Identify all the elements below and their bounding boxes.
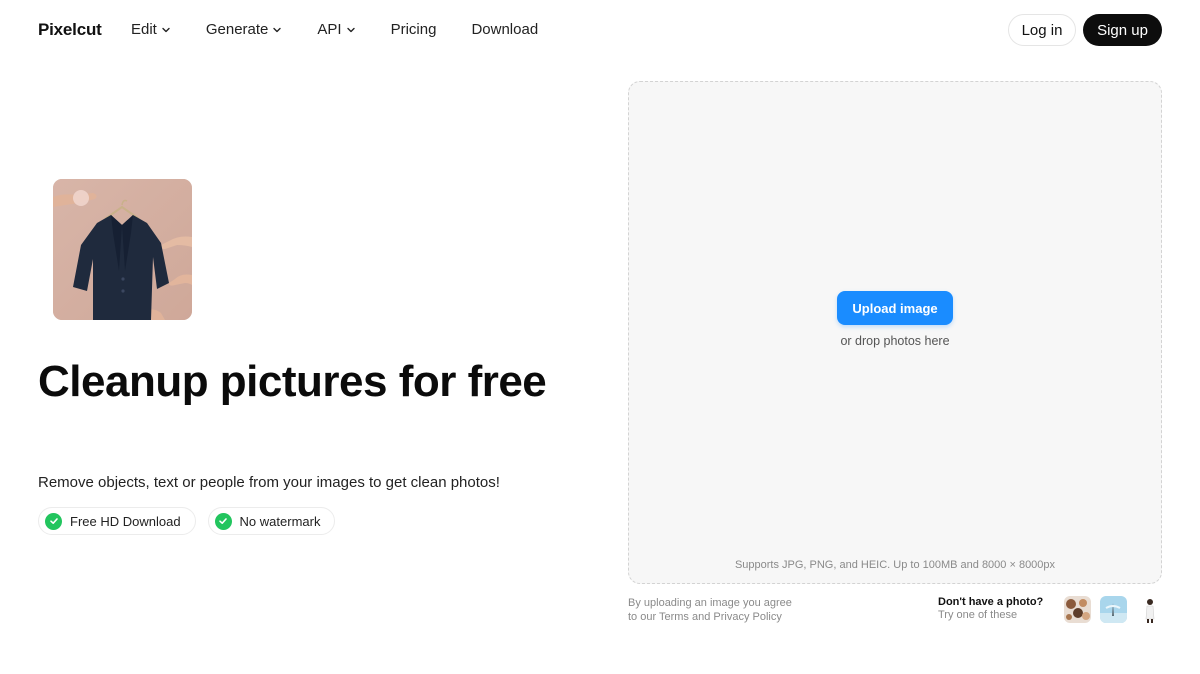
- legal-note: By uploading an image you agree to our T…: [628, 596, 828, 624]
- nav-generate[interactable]: Generate: [206, 21, 283, 38]
- sample-image-1[interactable]: [1064, 596, 1091, 623]
- nav-api-label: API: [317, 21, 342, 38]
- feature-badges: Free HD Download No watermark: [38, 507, 336, 535]
- supported-formats-note: Supports JPG, PNG, and HEIC. Up to 100MB…: [734, 559, 1056, 571]
- nav-pricing-label: Pricing: [390, 21, 437, 38]
- nav-edit[interactable]: Edit: [131, 21, 171, 38]
- sample-prompt: Don't have a photo? Try one of these: [938, 596, 1043, 622]
- signup-button[interactable]: Sign up: [1083, 14, 1162, 46]
- hero-subtitle: Remove objects, text or people from your…: [38, 474, 500, 491]
- logo[interactable]: Pixelcut: [38, 20, 102, 40]
- badge-label: No watermark: [239, 513, 321, 529]
- legal-line-1: By uploading an image you agree: [628, 597, 792, 609]
- chevron-down-icon: [162, 27, 170, 32]
- upload-dropzone[interactable]: [628, 81, 1162, 584]
- top-nav: Pixelcut Edit Generate API Pricing Downl…: [0, 0, 1200, 60]
- try-these-label: Try one of these: [938, 609, 1018, 621]
- login-button[interactable]: Log in: [1008, 14, 1076, 46]
- check-icon: [45, 512, 62, 530]
- nav-api[interactable]: API: [317, 21, 355, 38]
- nav-generate-label: Generate: [205, 21, 269, 38]
- check-icon: [214, 512, 232, 530]
- upload-image-button[interactable]: Upload image: [837, 291, 953, 325]
- nav-download[interactable]: Download: [471, 21, 538, 38]
- legal-line-2[interactable]: to our Terms and Privacy Policy: [628, 610, 828, 624]
- nav-pricing[interactable]: Pricing: [391, 21, 437, 38]
- hero-example-image: [53, 179, 192, 320]
- nav-links: Edit Generate API Pricing Download: [131, 21, 538, 38]
- nav-edit-label: Edit: [131, 21, 157, 38]
- jacket-illustration: [53, 179, 192, 320]
- drop-hint: or drop photos here: [840, 334, 950, 348]
- sample-image-3[interactable]: [1137, 596, 1164, 623]
- badge-label: Free HD Download: [70, 513, 181, 529]
- nav-download-label: Download: [471, 21, 539, 38]
- badge-free-hd: Free HD Download: [38, 507, 196, 535]
- chevron-down-icon: [273, 27, 282, 32]
- no-photo-label: Don't have a photo?: [938, 596, 1044, 608]
- sample-image-2[interactable]: [1100, 596, 1127, 623]
- chevron-down-icon: [346, 27, 355, 32]
- badge-no-watermark: No watermark: [207, 507, 336, 535]
- page-title: Cleanup pictures for free: [38, 357, 547, 406]
